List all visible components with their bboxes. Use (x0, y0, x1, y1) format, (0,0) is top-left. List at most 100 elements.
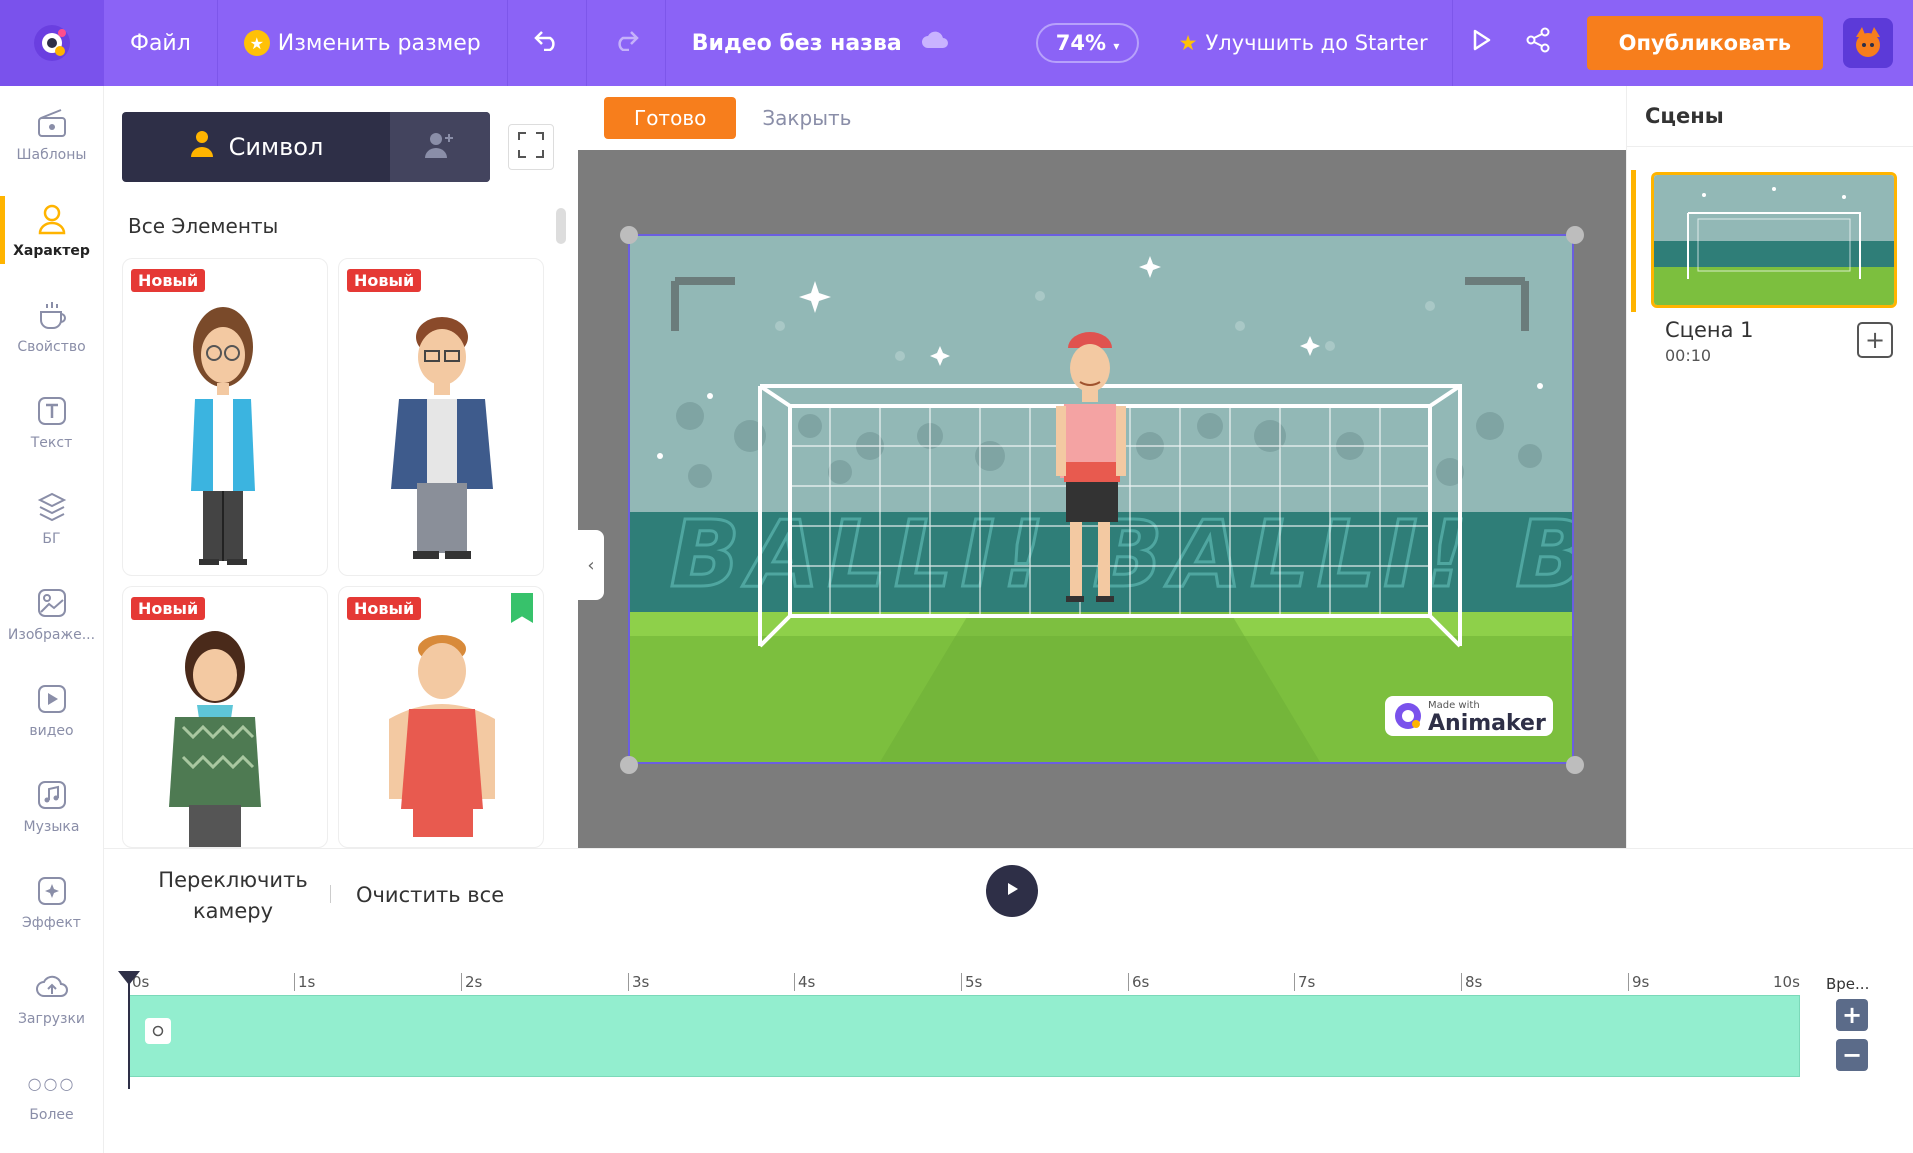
expand-icon (517, 131, 545, 163)
project-title[interactable]: Видео без назва (666, 0, 976, 86)
time-label: Вре... (1826, 975, 1870, 993)
resize-handle-bottom-left[interactable] (620, 756, 638, 774)
resize-handle-top-right[interactable] (1566, 226, 1584, 244)
nav-background-label: БГ (42, 531, 61, 547)
redo-button[interactable] (587, 0, 666, 86)
share-button[interactable] (1509, 0, 1567, 86)
scene-thumbnail[interactable] (1651, 172, 1897, 308)
nav-image-label: Изображе... (7, 627, 96, 643)
watermark-brand-text: Animaker (1428, 711, 1546, 736)
nav-music[interactable]: Музыка (0, 758, 103, 854)
file-menu[interactable]: Файл (104, 0, 218, 86)
premium-coin-icon: ★ (243, 30, 270, 56)
top-toolbar: Файл ★ Изменить размер Видео без назва 7… (0, 0, 1913, 86)
add-character-tab[interactable] (390, 112, 490, 182)
play-button[interactable] (986, 865, 1038, 917)
nav-text[interactable]: Текст (0, 374, 103, 470)
tab-symbol-label: Символ (228, 133, 324, 161)
scene-name: Сцена 1 (1665, 318, 1754, 342)
zoom-value: 74% (1055, 31, 1106, 55)
share-icon (1525, 27, 1551, 59)
scene-duration: 00:10 (1665, 346, 1712, 365)
chevron-down-icon: ▾ (1113, 39, 1120, 53)
timeline-zoom-in-button[interactable]: + (1836, 999, 1868, 1031)
resize-button[interactable]: ★ Изменить размер (218, 0, 508, 86)
scene-thumbnail-image (1654, 175, 1894, 305)
switch-camera-button[interactable]: Переключить камеру (148, 865, 318, 927)
scene-canvas[interactable]: BALLI! BALLI! BAL (628, 234, 1574, 764)
character-woman-glasses (191, 307, 255, 565)
expand-panel-button[interactable] (508, 124, 554, 170)
nav-video[interactable]: видео (0, 662, 103, 758)
upgrade-button[interactable]: ★ Улучшить до Starter (1155, 0, 1453, 86)
scene-active-indicator (1631, 170, 1636, 312)
add-person-icon (423, 130, 457, 164)
publish-button[interactable]: Опубликовать (1586, 16, 1823, 70)
preview-play-icon (1469, 28, 1493, 58)
add-scene-button[interactable]: + (1857, 322, 1893, 358)
close-button[interactable]: Закрыть (762, 106, 851, 130)
project-title-text: Видео без назва (691, 30, 902, 56)
nav-uploads-label: Загрузки (17, 1011, 86, 1027)
toolbar-divider (330, 885, 331, 903)
nav-property[interactable]: Свойство (0, 278, 103, 374)
character-card[interactable]: Новый (122, 586, 328, 848)
animaker-logo[interactable] (0, 0, 104, 86)
watermark-small-text: Made with (1428, 700, 1480, 711)
clear-all-button[interactable]: Очистить все (356, 883, 504, 907)
person-icon (189, 129, 215, 165)
user-avatar[interactable] (1843, 18, 1893, 68)
ruler-tick: 7s (1294, 973, 1315, 991)
star-icon: ★ (1178, 31, 1198, 55)
keyframe-marker[interactable] (145, 1018, 171, 1044)
nav-music-label: Музыка (23, 819, 80, 835)
play-icon (1002, 879, 1022, 903)
nav-more-label: Более (29, 1107, 74, 1123)
minus-icon: − (1841, 1041, 1863, 1069)
timeline-ruler: 0s 1s 2s 3s 4s 5s 6s 7s 8s 9s 10s (128, 973, 1800, 993)
undo-button[interactable] (508, 0, 587, 86)
character-card[interactable]: Новый (338, 258, 544, 576)
collapse-panel-button[interactable]: ‹ (578, 530, 604, 600)
nav-effect-label: Эффект (22, 915, 81, 931)
character-man-glasses (391, 317, 493, 559)
nav-character[interactable]: Характер (0, 182, 103, 278)
ruler-tick: 1s (294, 973, 315, 991)
templates-icon (34, 105, 70, 141)
new-badge: Новый (131, 597, 206, 620)
nav-templates-label: Шаблоны (16, 147, 87, 163)
preview-button[interactable] (1453, 0, 1509, 86)
nav-templates[interactable]: Шаблоны (0, 86, 103, 182)
nav-uploads[interactable]: Загрузки (0, 950, 103, 1046)
scenes-panel: Сцены Сцена 1 00:10 + (1626, 86, 1913, 848)
character-woman-scarf (169, 631, 261, 847)
ruler-tick: 4s (794, 973, 815, 991)
tab-symbol[interactable]: Символ (122, 112, 390, 182)
video-icon (34, 681, 70, 717)
resize-handle-top-left[interactable] (620, 226, 638, 244)
upgrade-label: Улучшить до Starter (1205, 31, 1428, 55)
playhead[interactable] (128, 977, 130, 1089)
resize-handle-bottom-right[interactable] (1566, 756, 1584, 774)
character-man-tanktop (389, 635, 495, 837)
new-badge: Новый (347, 269, 422, 292)
zoom-dropdown[interactable]: 74% ▾ (1035, 23, 1140, 63)
timeline-zoom-out-button[interactable]: − (1836, 1039, 1868, 1071)
nav-more[interactable]: ○○○ Более (0, 1046, 103, 1142)
playhead-handle[interactable] (118, 971, 140, 985)
nav-text-label: Текст (30, 435, 73, 451)
nav-image[interactable]: Изображе... (0, 566, 103, 662)
nav-video-label: видео (29, 723, 74, 739)
nav-background[interactable]: БГ (0, 470, 103, 566)
ruler-tick: 6s (1128, 973, 1149, 991)
new-badge: Новый (131, 269, 206, 292)
stadium-banner-text: BALLI! BALLI! BAL (670, 501, 1572, 608)
done-button[interactable]: Готово (604, 97, 737, 139)
nav-effect[interactable]: Эффект (0, 854, 103, 950)
undo-icon (533, 29, 560, 57)
character-card[interactable]: Новый (122, 258, 328, 576)
panel-scrollbar[interactable] (556, 208, 566, 244)
scene-track[interactable] (128, 995, 1800, 1077)
character-card[interactable]: Новый (338, 586, 544, 848)
plus-icon: + (1841, 1001, 1863, 1029)
